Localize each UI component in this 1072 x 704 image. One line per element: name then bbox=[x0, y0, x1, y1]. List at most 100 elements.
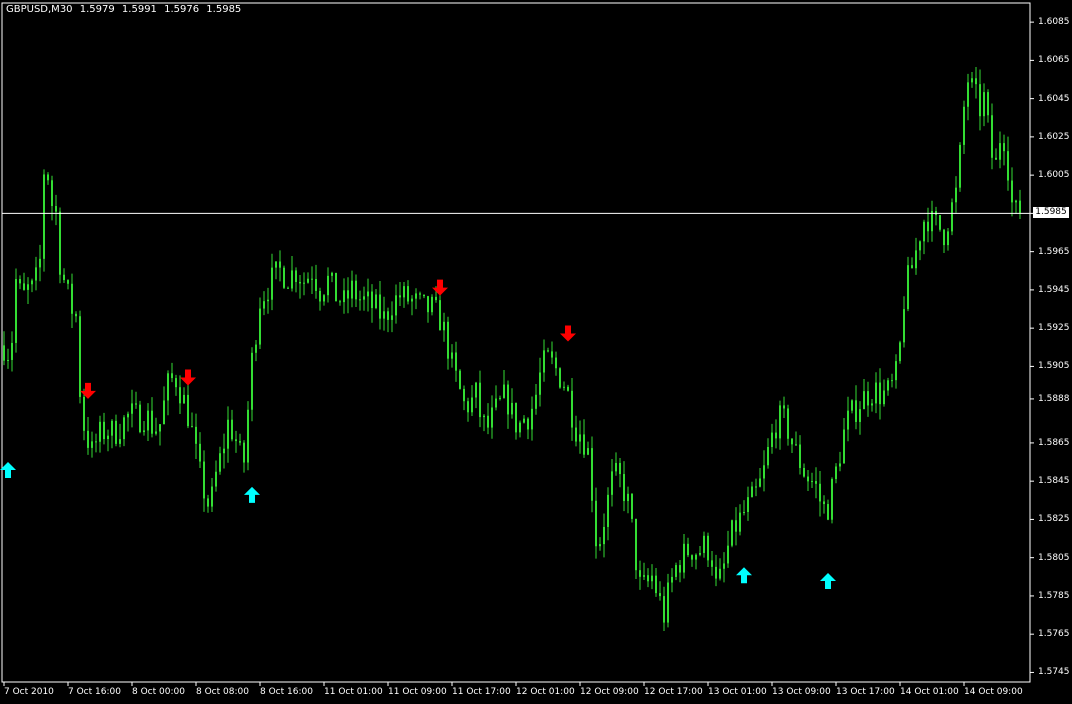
candle bbox=[543, 339, 545, 382]
candle-body bbox=[643, 575, 645, 577]
candle-body bbox=[183, 394, 185, 404]
candle-body bbox=[387, 311, 389, 320]
candle-body bbox=[895, 361, 897, 381]
candle bbox=[399, 281, 401, 307]
candle bbox=[971, 72, 973, 88]
candle-body bbox=[655, 575, 657, 594]
candle-body bbox=[375, 294, 377, 309]
candle-body bbox=[459, 370, 461, 389]
candle-body bbox=[851, 400, 853, 411]
candle-body bbox=[163, 400, 165, 425]
y-tick-label: 1.6085 bbox=[1038, 17, 1070, 28]
candle-body bbox=[363, 296, 365, 300]
sell-arrow-icon bbox=[432, 279, 448, 296]
candle bbox=[827, 499, 829, 521]
candle-body bbox=[691, 555, 693, 560]
candle bbox=[551, 341, 553, 365]
candle bbox=[807, 469, 809, 492]
candle bbox=[35, 256, 37, 291]
candle-body bbox=[23, 283, 25, 290]
candle-body bbox=[659, 593, 661, 597]
candle-body bbox=[883, 390, 885, 405]
x-tick-label: 11 Oct 09:00 bbox=[388, 687, 447, 697]
candle-body bbox=[531, 408, 533, 430]
chart-canvas[interactable] bbox=[0, 0, 1072, 704]
candle-body bbox=[247, 409, 249, 463]
candle-body bbox=[719, 568, 721, 579]
candle-body bbox=[1011, 180, 1013, 203]
candle-body bbox=[915, 250, 917, 269]
candle bbox=[591, 436, 593, 513]
candle bbox=[643, 562, 645, 580]
candle-body bbox=[739, 512, 741, 532]
candle-body bbox=[651, 575, 653, 582]
candle-body bbox=[403, 286, 405, 298]
candle-body bbox=[647, 575, 649, 582]
candle bbox=[83, 388, 85, 441]
candle-body bbox=[95, 441, 97, 443]
candle bbox=[123, 415, 125, 447]
candle bbox=[211, 477, 213, 512]
candle-body bbox=[311, 278, 313, 280]
x-tick-label: 14 Oct 01:00 bbox=[900, 687, 959, 697]
candle-body bbox=[607, 494, 609, 527]
chart-window[interactable]: GBPUSD,M30 1.5979 1.5991 1.5976 1.5985 1… bbox=[0, 0, 1072, 704]
candle-body bbox=[715, 566, 717, 579]
candle-body bbox=[995, 157, 997, 160]
candle bbox=[919, 240, 921, 261]
candle-body bbox=[755, 486, 757, 488]
candle-body bbox=[159, 424, 161, 432]
candle bbox=[647, 568, 649, 588]
candle bbox=[367, 278, 369, 312]
candle-body bbox=[415, 293, 417, 299]
candle bbox=[259, 297, 261, 350]
candle bbox=[983, 83, 985, 127]
candle bbox=[811, 472, 813, 488]
candle-body bbox=[827, 504, 829, 520]
high-value: 1.5991 bbox=[121, 4, 157, 15]
candle bbox=[691, 554, 693, 567]
candle-body bbox=[571, 390, 573, 428]
candle bbox=[823, 495, 825, 514]
y-tick-label: 1.5825 bbox=[1038, 514, 1070, 525]
candle bbox=[987, 89, 989, 123]
candle bbox=[995, 148, 997, 160]
candle-body bbox=[279, 261, 281, 268]
candle-body bbox=[219, 453, 221, 472]
candle-body bbox=[439, 300, 441, 331]
candle bbox=[671, 568, 673, 593]
candle bbox=[839, 451, 841, 472]
candle bbox=[583, 419, 585, 458]
candle-body bbox=[543, 350, 545, 373]
current-price-tag: 1.5985 bbox=[1033, 207, 1069, 219]
candle-body bbox=[451, 352, 453, 359]
candle bbox=[43, 169, 45, 272]
candle-body bbox=[203, 461, 205, 499]
candle-body bbox=[227, 419, 229, 449]
candle-body bbox=[599, 544, 601, 547]
y-tick-label: 1.5925 bbox=[1038, 323, 1070, 334]
candle bbox=[895, 354, 897, 389]
candle-body bbox=[411, 298, 413, 302]
candle bbox=[491, 395, 493, 439]
candle bbox=[183, 387, 185, 404]
candle bbox=[615, 452, 617, 476]
candle bbox=[663, 586, 665, 632]
candle bbox=[403, 281, 405, 308]
candle bbox=[335, 272, 337, 302]
candle bbox=[119, 423, 121, 448]
candle-body bbox=[235, 439, 237, 442]
candle bbox=[775, 419, 777, 449]
x-tick-label: 13 Oct 17:00 bbox=[836, 687, 895, 697]
candle-body bbox=[43, 174, 45, 259]
candle-body bbox=[275, 261, 277, 268]
candle-body bbox=[887, 380, 889, 391]
candle-body bbox=[199, 443, 201, 462]
candle-body bbox=[975, 78, 977, 85]
candle-body bbox=[1015, 200, 1017, 203]
candle bbox=[707, 532, 709, 568]
candle-body bbox=[551, 351, 553, 358]
candle bbox=[107, 429, 109, 452]
candle bbox=[731, 519, 733, 548]
candle-body bbox=[927, 221, 929, 232]
